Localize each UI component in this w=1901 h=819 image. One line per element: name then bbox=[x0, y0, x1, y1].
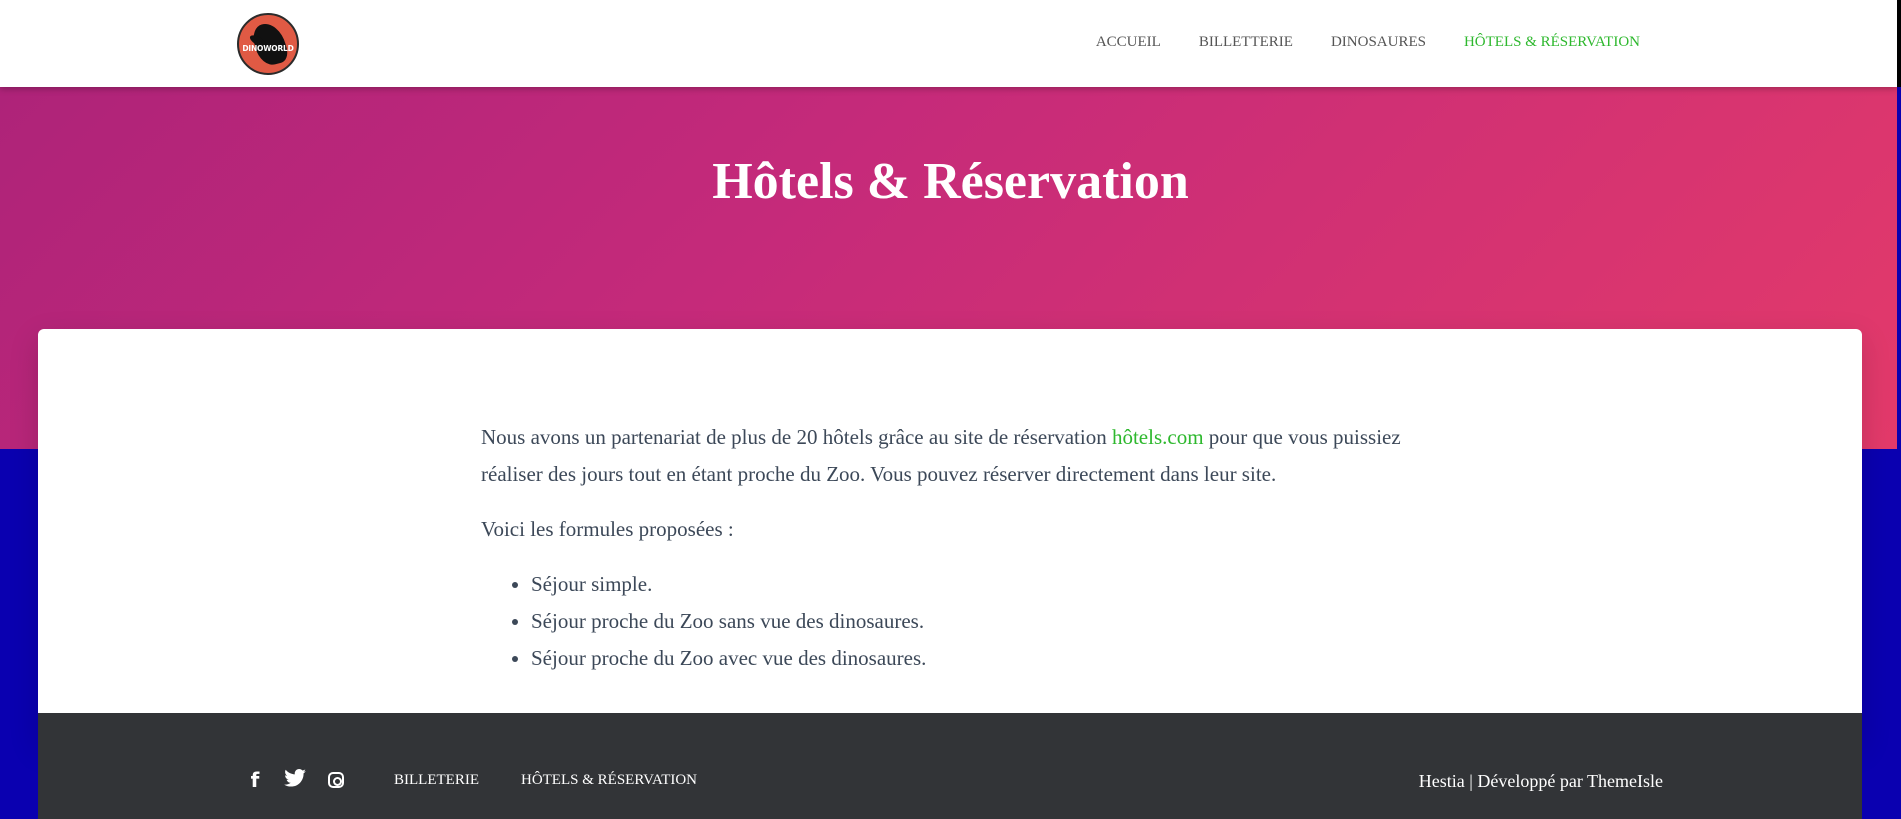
intro-paragraph: Nous avons un partenariat de plus de 20 … bbox=[481, 419, 1441, 493]
site-footer: f BILLETERIE HÔTELS & RÉSERVATION Hestia… bbox=[38, 713, 1862, 819]
logo-text: DINOWORLD bbox=[242, 44, 294, 53]
list-item: Séjour proche du Zoo sans vue des dinosa… bbox=[531, 603, 1441, 640]
social-icons: f bbox=[248, 769, 344, 791]
main-nav: ACCUEIL BILLETTERIE DINOSAURES HÔTELS & … bbox=[1096, 34, 1640, 51]
intro-text-before: Nous avons un partenariat de plus de 20 … bbox=[481, 425, 1112, 449]
nav-item-dinosaures[interactable]: DINOSAURES bbox=[1331, 34, 1426, 51]
nav-item-accueil[interactable]: ACCUEIL bbox=[1096, 34, 1161, 51]
footer-link-billeterie[interactable]: BILLETERIE bbox=[394, 772, 479, 789]
nav-item-billetterie[interactable]: BILLETTERIE bbox=[1199, 34, 1293, 51]
site-logo[interactable]: DINOWORLD bbox=[237, 13, 299, 75]
site-header: DINOWORLD ACCUEIL BILLETTERIE DINOSAURES… bbox=[0, 0, 1897, 87]
twitter-bird-svg bbox=[284, 769, 306, 787]
page: DINOWORLD ACCUEIL BILLETTERIE DINOSAURES… bbox=[0, 0, 1901, 819]
footer-credit: Hestia | Développé par ThemeIsle bbox=[1419, 771, 1663, 792]
window-edge bbox=[1897, 0, 1901, 87]
footer-link-hotels-reservation[interactable]: HÔTELS & RÉSERVATION bbox=[521, 772, 697, 789]
hotels-com-link[interactable]: hôtels.com bbox=[1112, 425, 1204, 449]
formulas-heading: Voici les formules proposées : bbox=[481, 517, 734, 541]
formulas-list: Séjour simple. Séjour proche du Zoo sans… bbox=[481, 566, 1441, 677]
twitter-icon[interactable] bbox=[284, 769, 306, 791]
credit-author[interactable]: ThemeIsle bbox=[1587, 771, 1663, 791]
nav-item-hotels-reservation[interactable]: HÔTELS & RÉSERVATION bbox=[1464, 34, 1640, 51]
credit-brand[interactable]: Hestia bbox=[1419, 771, 1465, 791]
main-content: Nous avons un partenariat de plus de 20 … bbox=[481, 419, 1441, 677]
credit-text: Développé par bbox=[1477, 771, 1588, 791]
footer-nav: BILLETERIE HÔTELS & RÉSERVATION bbox=[394, 772, 697, 789]
facebook-icon[interactable]: f bbox=[248, 769, 262, 791]
page-title: Hôtels & Réservation bbox=[712, 153, 1189, 210]
credit-separator: | bbox=[1464, 771, 1478, 791]
instagram-icon[interactable] bbox=[328, 772, 344, 788]
list-item: Séjour proche du Zoo avec vue des dinosa… bbox=[531, 640, 1441, 677]
content-card: Nous avons un partenariat de plus de 20 … bbox=[38, 329, 1862, 739]
list-item: Séjour simple. bbox=[531, 566, 1441, 603]
